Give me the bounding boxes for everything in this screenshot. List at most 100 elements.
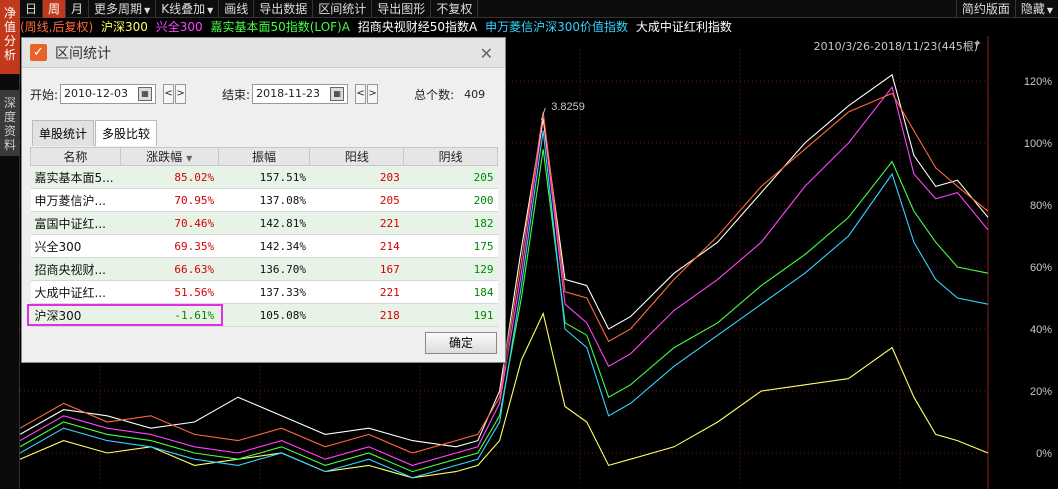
- cell-up-candles: 203: [309, 165, 404, 189]
- tab-deep-data[interactable]: 深度资料: [0, 90, 20, 156]
- export-chart-button[interactable]: 导出图形: [372, 0, 432, 18]
- cell-change: 70.95%: [120, 188, 219, 212]
- y-tick-label: 0%: [1036, 448, 1052, 460]
- pin-icon[interactable]: ✦: [973, 37, 982, 50]
- col-header-amplitude[interactable]: 振幅: [217, 147, 311, 166]
- cell-down-candles: 200: [403, 188, 498, 212]
- table-row[interactable]: 沪深300 -1.61% 105.08% 218 191: [30, 303, 498, 327]
- calendar-icon[interactable]: ▦: [330, 87, 345, 101]
- hide-dropdown[interactable]: 隐藏 ▼: [1014, 0, 1058, 18]
- legend-item: 兴全300: [155, 20, 203, 34]
- y-tick-label: 40%: [1030, 324, 1052, 336]
- kline-overlay-label: K线叠加: [161, 1, 206, 16]
- table-row[interactable]: 兴全300 69.35% 142.34% 214 175: [30, 234, 498, 258]
- hide-label: 隐藏: [1020, 2, 1045, 16]
- prev-button[interactable]: <: [163, 84, 175, 104]
- table-row[interactable]: 大成中证红... 51.56% 137.33% 221 184: [30, 280, 498, 304]
- dialog-title: 区间统计: [55, 45, 111, 62]
- chevron-down-icon: ▼: [207, 5, 214, 15]
- cell-up-candles: 205: [309, 188, 404, 212]
- cell-amplitude: 137.08%: [218, 188, 310, 212]
- cell-up-candles: 214: [309, 234, 404, 258]
- chevron-down-icon: ▼: [144, 5, 151, 15]
- close-icon[interactable]: ✕: [480, 44, 493, 63]
- col-header-change[interactable]: 涨跌幅 ▼: [119, 147, 219, 166]
- col-header-change-label: 涨跌幅: [146, 150, 183, 164]
- tab-multi-compare[interactable]: 多股比较: [95, 120, 158, 146]
- col-header-up-candles[interactable]: 阳线: [309, 147, 405, 166]
- range-stats-button[interactable]: 区间统计: [313, 0, 373, 18]
- dialog-titlebar: ✓ 区间统计 ✕: [22, 38, 505, 68]
- cell-change: 70.46%: [120, 211, 219, 235]
- cell-up-candles: 221: [309, 211, 404, 235]
- cell-up-candles: 167: [309, 257, 404, 281]
- legend-item: 申万菱信沪深300价值指数: [485, 20, 628, 34]
- period-month-button[interactable]: 月: [66, 0, 90, 18]
- export-data-button[interactable]: 导出数据: [254, 0, 314, 18]
- y-tick-label: 20%: [1030, 386, 1052, 398]
- next-button[interactable]: >: [367, 84, 379, 104]
- cell-name: 申万菱信沪...: [30, 188, 121, 212]
- chevron-down-icon: ▼: [1046, 6, 1053, 15]
- cell-down-candles: 129: [403, 257, 498, 281]
- legend-item: 招商央视财经50指数A: [357, 20, 478, 34]
- next-button[interactable]: >: [175, 84, 187, 104]
- prev-button[interactable]: <: [355, 84, 367, 104]
- cell-amplitude: 136.70%: [218, 257, 310, 281]
- period-week-button[interactable]: 周: [43, 0, 67, 18]
- cell-change: 85.02%: [120, 165, 219, 189]
- table-header: 名称 涨跌幅 ▼ 振幅 阳线 阴线: [30, 147, 498, 166]
- tab-single-stock[interactable]: 单股统计: [32, 120, 95, 146]
- cell-down-candles: 175: [403, 234, 498, 258]
- period-day-button[interactable]: 日: [20, 0, 44, 18]
- period-toolbar: 日 周 月 更多周期 ▼ K线叠加 ▼ 画线 导出数据 区间统计 导出图形 不复权 …: [20, 0, 1058, 18]
- check-icon: ✓: [30, 44, 47, 61]
- date-filters: 开始: 2010-12-03 ▦ < > 结束: 2018-11-23 ▦ < …: [30, 84, 485, 104]
- more-periods-label: 更多周期: [94, 1, 143, 16]
- sort-desc-icon: ▼: [186, 154, 193, 163]
- start-date-value: 2010-12-03: [64, 87, 128, 100]
- cell-down-candles: 191: [403, 303, 498, 327]
- cell-amplitude: 137.33%: [218, 280, 310, 304]
- cell-name: 嘉实基本面5...: [30, 165, 121, 189]
- more-periods-dropdown[interactable]: 更多周期 ▼: [89, 0, 157, 18]
- legend-item: 嘉实基本面50指数(LOF)A: [210, 20, 350, 34]
- end-label: 结束:: [222, 87, 251, 102]
- table-row[interactable]: 申万菱信沪... 70.95% 137.08% 205 200: [30, 188, 498, 212]
- ok-button[interactable]: 确定: [425, 332, 497, 354]
- cell-amplitude: 142.81%: [218, 211, 310, 235]
- dialog-tabs: 单股统计 多股比较: [32, 120, 158, 146]
- compare-table: 名称 涨跌幅 ▼ 振幅 阳线 阴线 嘉实基本面5... 85.02% 157.51% 2…: [30, 147, 498, 327]
- cell-down-candles: 182: [403, 211, 498, 235]
- no-adjust-button[interactable]: 不复权: [431, 0, 479, 18]
- cell-up-candles: 218: [309, 303, 404, 327]
- kline-overlay-dropdown[interactable]: K线叠加 ▼: [156, 0, 220, 18]
- tab-net-value-analysis[interactable]: 净值分析: [0, 0, 20, 74]
- start-nav: < >: [162, 84, 187, 104]
- cell-name: 招商央视财...: [30, 257, 121, 281]
- table-row[interactable]: 富国中证红... 70.46% 142.81% 221 182: [30, 211, 498, 235]
- left-tab-column: 净值分析 深度资料: [0, 0, 20, 489]
- simple-layout-button[interactable]: 简约版面: [955, 0, 1015, 18]
- total-count-value: 409: [464, 87, 486, 101]
- cell-name: 大成中证红...: [30, 280, 121, 304]
- cell-down-candles: 184: [403, 280, 498, 304]
- cell-name: 沪深300: [30, 303, 121, 327]
- end-date-field[interactable]: 2018-11-23 ▦: [252, 84, 349, 104]
- cell-name: 兴全300: [30, 234, 121, 258]
- cell-down-candles: 205: [403, 165, 498, 189]
- col-header-name[interactable]: 名称: [30, 147, 121, 166]
- cell-amplitude: 105.08%: [218, 303, 310, 327]
- start-label: 开始:: [30, 87, 59, 102]
- range-label: 2010/3/26-2018/11/23(445根): [813, 40, 978, 53]
- table-row[interactable]: 嘉实基本面5... 85.02% 157.51% 203 205: [30, 165, 498, 189]
- y-tick-label: 80%: [1030, 200, 1052, 212]
- end-date-value: 2018-11-23: [256, 87, 321, 100]
- col-header-down-candles[interactable]: 阴线: [403, 147, 498, 166]
- table-row[interactable]: 招商央视财... 66.63% 136.70% 167 129: [30, 257, 498, 281]
- legend-item: 大成中证红利指数: [635, 20, 732, 34]
- peak-annotation: 3.8259: [551, 101, 585, 113]
- calendar-icon[interactable]: ▦: [138, 87, 153, 101]
- start-date-field[interactable]: 2010-12-03 ▦: [60, 84, 157, 104]
- draw-line-button[interactable]: 画线: [219, 0, 255, 18]
